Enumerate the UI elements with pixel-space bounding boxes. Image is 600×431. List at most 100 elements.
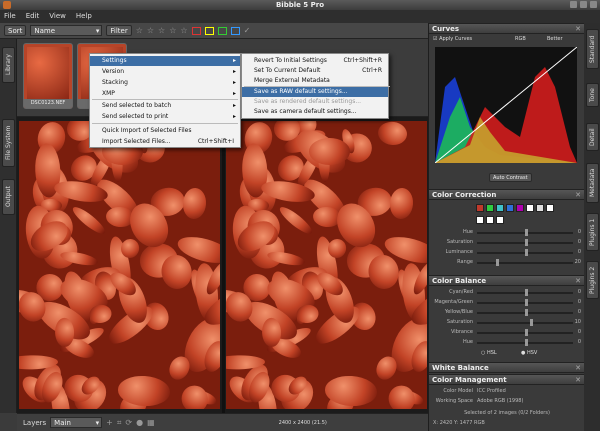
- slider-knob[interactable]: [525, 239, 528, 246]
- slider-track[interactable]: [477, 262, 573, 264]
- minimize-icon[interactable]: [570, 1, 577, 8]
- tab-detail[interactable]: Detail: [586, 123, 599, 151]
- submenu-item[interactable]: Save as camera default settings...: [242, 107, 388, 117]
- tab-library[interactable]: Library: [2, 47, 15, 83]
- tab-file-system[interactable]: File System: [2, 119, 15, 167]
- color-correction-header[interactable]: Color Correction ✕: [429, 189, 585, 200]
- crop-icon[interactable]: ⌗: [117, 418, 122, 428]
- tab-plugins-1[interactable]: Plugins 1: [586, 213, 599, 251]
- red-tag-icon[interactable]: [191, 26, 201, 35]
- tab-metadata[interactable]: Metadata: [586, 163, 599, 203]
- color-swatch[interactable]: [546, 204, 554, 212]
- apply-curves-checkbox[interactable]: ☑ Apply Curves: [433, 36, 472, 42]
- sort-button[interactable]: Sort: [4, 25, 27, 36]
- context-menu-item[interactable]: XMP ▸: [90, 89, 240, 99]
- status-bar: Layers Main Layer + ⌗ ⟳ ● ▦ 2400 x 2400 …: [17, 413, 428, 431]
- close-icon[interactable]: ✕: [575, 24, 581, 34]
- hsv-radio[interactable]: ● HSV: [521, 350, 537, 356]
- slider-knob[interactable]: [525, 339, 528, 346]
- filter-button[interactable]: Filter: [106, 25, 132, 36]
- tab-tone[interactable]: Tone: [586, 83, 599, 107]
- white-balance-header[interactable]: White Balance ✕: [429, 362, 585, 373]
- chevron-right-icon: ▸: [232, 102, 236, 109]
- color-swatch[interactable]: [476, 204, 484, 212]
- image-viewer[interactable]: [17, 117, 428, 413]
- working-space-select[interactable]: Adobe RGB (1998): [477, 397, 523, 406]
- context-menu-item[interactable]: Send selected to batch ▸: [90, 101, 240, 111]
- slider-knob[interactable]: [525, 229, 528, 236]
- check-icon[interactable]: ✓: [244, 26, 251, 35]
- context-menu-item[interactable]: Stacking ▸: [90, 78, 240, 88]
- rotate-icon[interactable]: ⟳: [125, 418, 132, 427]
- slider-value: 0: [577, 249, 581, 255]
- close-icon[interactable]: ✕: [575, 375, 581, 385]
- menu-file[interactable]: File: [4, 10, 16, 23]
- color-swatch[interactable]: [486, 204, 494, 212]
- maximize-icon[interactable]: [580, 1, 587, 8]
- submenu-item[interactable]: Revert To Initial Settings Ctrl+Shift+R: [242, 56, 388, 66]
- split-divider[interactable]: [222, 117, 225, 413]
- submenu-item[interactable]: Merge External Metadata: [242, 76, 388, 86]
- color-swatch[interactable]: [516, 204, 524, 212]
- thumbnail[interactable]: DSC0123.NEF: [23, 43, 73, 109]
- yellow-tag-icon[interactable]: [204, 26, 214, 35]
- context-menu-item[interactable]: Settings ▸: [90, 56, 240, 66]
- blue-tag-icon[interactable]: [230, 26, 240, 35]
- close-icon[interactable]: ✕: [575, 363, 581, 373]
- color-balance-header[interactable]: Color Balance ✕: [429, 275, 585, 286]
- context-menu-item[interactable]: Send selected to print ▸: [90, 112, 240, 122]
- tab-plugins-2[interactable]: Plugins 2: [586, 261, 599, 299]
- auto-contrast-button[interactable]: Auto Contrast: [489, 173, 532, 182]
- mode-select[interactable]: Better: [547, 36, 563, 42]
- window-title: Bibble 5 Pro: [275, 1, 325, 9]
- add-icon[interactable]: +: [106, 418, 113, 427]
- tab-standard[interactable]: Standard: [586, 29, 599, 69]
- color-model-select[interactable]: ICC Profiled: [477, 387, 506, 396]
- star-icon[interactable]: ☆: [147, 26, 154, 35]
- context-menu-item[interactable]: Quick Import of Selected Files: [90, 126, 240, 136]
- color-swatch[interactable]: [526, 204, 534, 212]
- context-menu-item[interactable]: Import Selected Files... Ctrl+Shift+I: [90, 137, 240, 147]
- image-pane-after[interactable]: [226, 121, 427, 409]
- color-swatch[interactable]: [496, 204, 504, 212]
- grid-icon[interactable]: ▦: [147, 418, 155, 427]
- submenu-item[interactable]: Set To Current Default Ctrl+R: [242, 66, 388, 76]
- star-icon[interactable]: ☆: [169, 26, 176, 35]
- star-icon[interactable]: ☆: [136, 26, 143, 35]
- slider-knob[interactable]: [496, 259, 500, 266]
- color-swatch[interactable]: [496, 216, 504, 224]
- color-swatch[interactable]: [486, 216, 494, 224]
- menu-edit[interactable]: Edit: [26, 10, 40, 23]
- close-icon[interactable]: ✕: [575, 276, 581, 286]
- image-pane-before[interactable]: [19, 121, 220, 409]
- context-menu-item[interactable]: Version ▸: [90, 67, 240, 77]
- sort-select[interactable]: Name: [30, 25, 103, 37]
- channel-select[interactable]: RGB: [515, 36, 526, 42]
- submenu-item[interactable]: Save as RAW default settings...: [242, 87, 388, 97]
- color-swatch[interactable]: [536, 204, 544, 212]
- star-icon[interactable]: ☆: [180, 26, 187, 35]
- slider-knob[interactable]: [525, 329, 528, 336]
- curves-histogram[interactable]: [435, 47, 577, 163]
- menu-help[interactable]: Help: [76, 10, 92, 23]
- thumbnail-image: [27, 47, 69, 99]
- close-icon[interactable]: [590, 1, 597, 8]
- brush-icon[interactable]: ●: [136, 418, 143, 427]
- hsl-radio[interactable]: ○ HSL: [481, 350, 497, 356]
- curves-header[interactable]: Curves ✕: [429, 23, 585, 34]
- layer-select[interactable]: Main Layer: [50, 417, 103, 431]
- star-icon[interactable]: ☆: [158, 26, 165, 35]
- color-swatch[interactable]: [476, 216, 484, 224]
- color-management-header[interactable]: Color Management ✕: [429, 374, 585, 385]
- slider-knob[interactable]: [529, 319, 533, 326]
- color-swatch[interactable]: [506, 204, 514, 212]
- slider-knob[interactable]: [525, 249, 528, 256]
- close-icon[interactable]: ✕: [575, 190, 581, 200]
- green-tag-icon[interactable]: [217, 26, 227, 35]
- slider-knob[interactable]: [525, 289, 528, 296]
- slider-knob[interactable]: [525, 299, 528, 306]
- slider-knob[interactable]: [525, 309, 528, 316]
- slider-track[interactable]: [477, 322, 573, 324]
- tab-output[interactable]: Output: [2, 179, 15, 215]
- menu-view[interactable]: View: [49, 10, 66, 23]
